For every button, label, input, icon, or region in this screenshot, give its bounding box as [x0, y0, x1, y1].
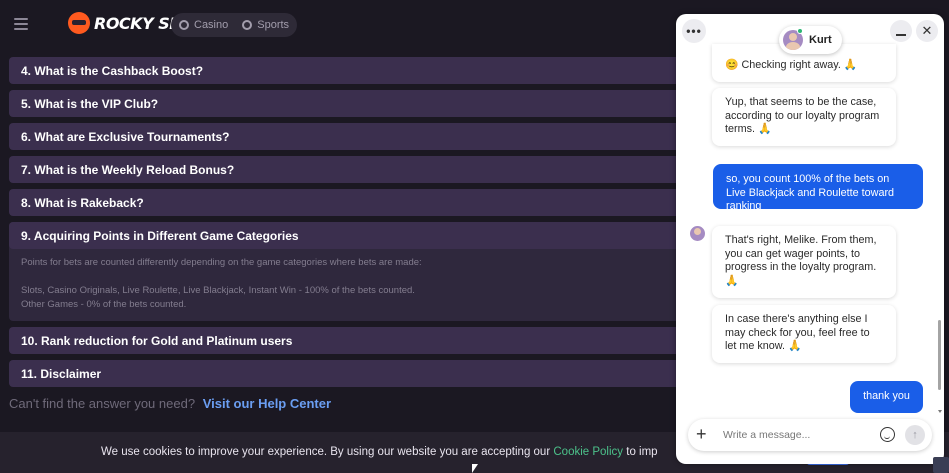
casino-icon	[179, 20, 189, 30]
faq-item-vip-club[interactable]: 5. What is the VIP Club?	[9, 90, 689, 117]
agent-avatar-small	[690, 226, 705, 241]
raccoon-logo-icon	[68, 12, 90, 34]
nav-sports-label: Sports	[257, 19, 290, 31]
emoji-icon: 😊	[725, 59, 739, 71]
chat-widget: ••• Kurt ✕ 😊 Checking right away. 🙏 Yup,…	[676, 14, 944, 464]
nav-sports[interactable]: Sports	[242, 19, 289, 31]
cookie-text: We use cookies to improve your experienc…	[101, 446, 658, 458]
help-question: Can't find the answer you need?	[9, 396, 196, 411]
message-composer: + ↑	[688, 419, 932, 451]
faq-item-weekly-reload[interactable]: 7. What is the Weekly Reload Bonus?	[9, 156, 689, 183]
attach-plus-icon[interactable]: +	[696, 425, 707, 443]
close-icon[interactable]: ✕	[916, 20, 938, 42]
menu-icon[interactable]	[14, 18, 28, 30]
chat-message-agent: That's right, Melike. From them, you can…	[712, 226, 896, 298]
chat-message-text: Yup, that seems to be the case, accordin…	[725, 96, 880, 135]
help-center-link[interactable]: Visit our Help Center	[203, 396, 331, 411]
mouse-cursor-icon	[472, 464, 478, 473]
faq-item-acquiring-points-expanded: 9. Acquiring Points in Different Game Ca…	[9, 222, 689, 321]
send-icon[interactable]: ↑	[905, 425, 925, 445]
minimize-icon[interactable]	[890, 20, 912, 42]
chat-message-text: so, you count 100% of the bets on Live B…	[726, 173, 895, 212]
more-options-icon[interactable]: •••	[682, 19, 706, 43]
faq-item-acquiring-points[interactable]: 9. Acquiring Points in Different Game Ca…	[9, 222, 689, 249]
faq-item-cashback-boost[interactable]: 4. What is the Cashback Boost?	[9, 57, 689, 84]
emoji-picker-icon[interactable]	[880, 427, 895, 442]
faq-answer-intro: Points for bets are counted differently …	[21, 257, 422, 268]
agent-name: Kurt	[809, 34, 832, 46]
help-prompt: Can't find the answer you need? Visit ou…	[9, 396, 331, 411]
faq-answer-line-1: Slots, Casino Originals, Live Roulette, …	[21, 285, 415, 296]
cookie-message-tail: to imp	[626, 446, 658, 458]
chat-message-text: That's right, Melike. From them, you can…	[725, 234, 877, 273]
emoji-icon: 🙏	[725, 274, 739, 287]
scroll-down-icon[interactable]	[938, 410, 942, 413]
chat-message-text: Checking right away.	[741, 59, 841, 71]
agent-header: Kurt	[779, 26, 842, 54]
faq-item-rank-reduction[interactable]: 10. Rank reduction for Gold and Platinum…	[9, 327, 689, 354]
sports-ball-icon	[242, 20, 253, 30]
chat-message-user: thank you	[850, 381, 923, 413]
cookie-policy-link[interactable]: Cookie Policy	[553, 446, 623, 458]
chat-scrollbar[interactable]	[938, 320, 941, 390]
nav-casino[interactable]: Casino	[179, 19, 228, 31]
faq-answer: Points for bets are counted differently …	[9, 249, 689, 321]
chat-message-text: thank you	[863, 390, 910, 402]
emoji-icon: 🙏	[758, 123, 772, 135]
faq-item-rakeback[interactable]: 8. What is Rakeback?	[9, 189, 689, 216]
faq-item-disclaimer[interactable]: 11. Disclaimer	[9, 360, 689, 387]
emoji-icon: 🙏	[843, 59, 858, 71]
nav-casino-label: Casino	[194, 19, 229, 31]
faq-item-exclusive-tournaments[interactable]: 6. What are Exclusive Tournaments?	[9, 123, 689, 150]
message-input[interactable]	[723, 425, 873, 445]
chat-message-agent: In case there's anything else I may chec…	[712, 305, 896, 363]
cookie-message: We use cookies to improve your experienc…	[101, 446, 551, 458]
online-status-icon	[797, 28, 803, 34]
extension-icon[interactable]	[933, 457, 949, 473]
chat-message-user: so, you count 100% of the bets on Live B…	[713, 164, 923, 212]
chat-message-agent: Yup, that seems to be the case, accordin…	[712, 88, 896, 146]
emoji-icon: 🙏	[788, 340, 802, 352]
faq-answer-line-2: Other Games - 0% of the bets counted.	[21, 299, 187, 310]
product-switcher: Casino Sports	[171, 13, 298, 37]
faq-list: 4. What is the Cashback Boost? 5. What i…	[9, 57, 689, 393]
